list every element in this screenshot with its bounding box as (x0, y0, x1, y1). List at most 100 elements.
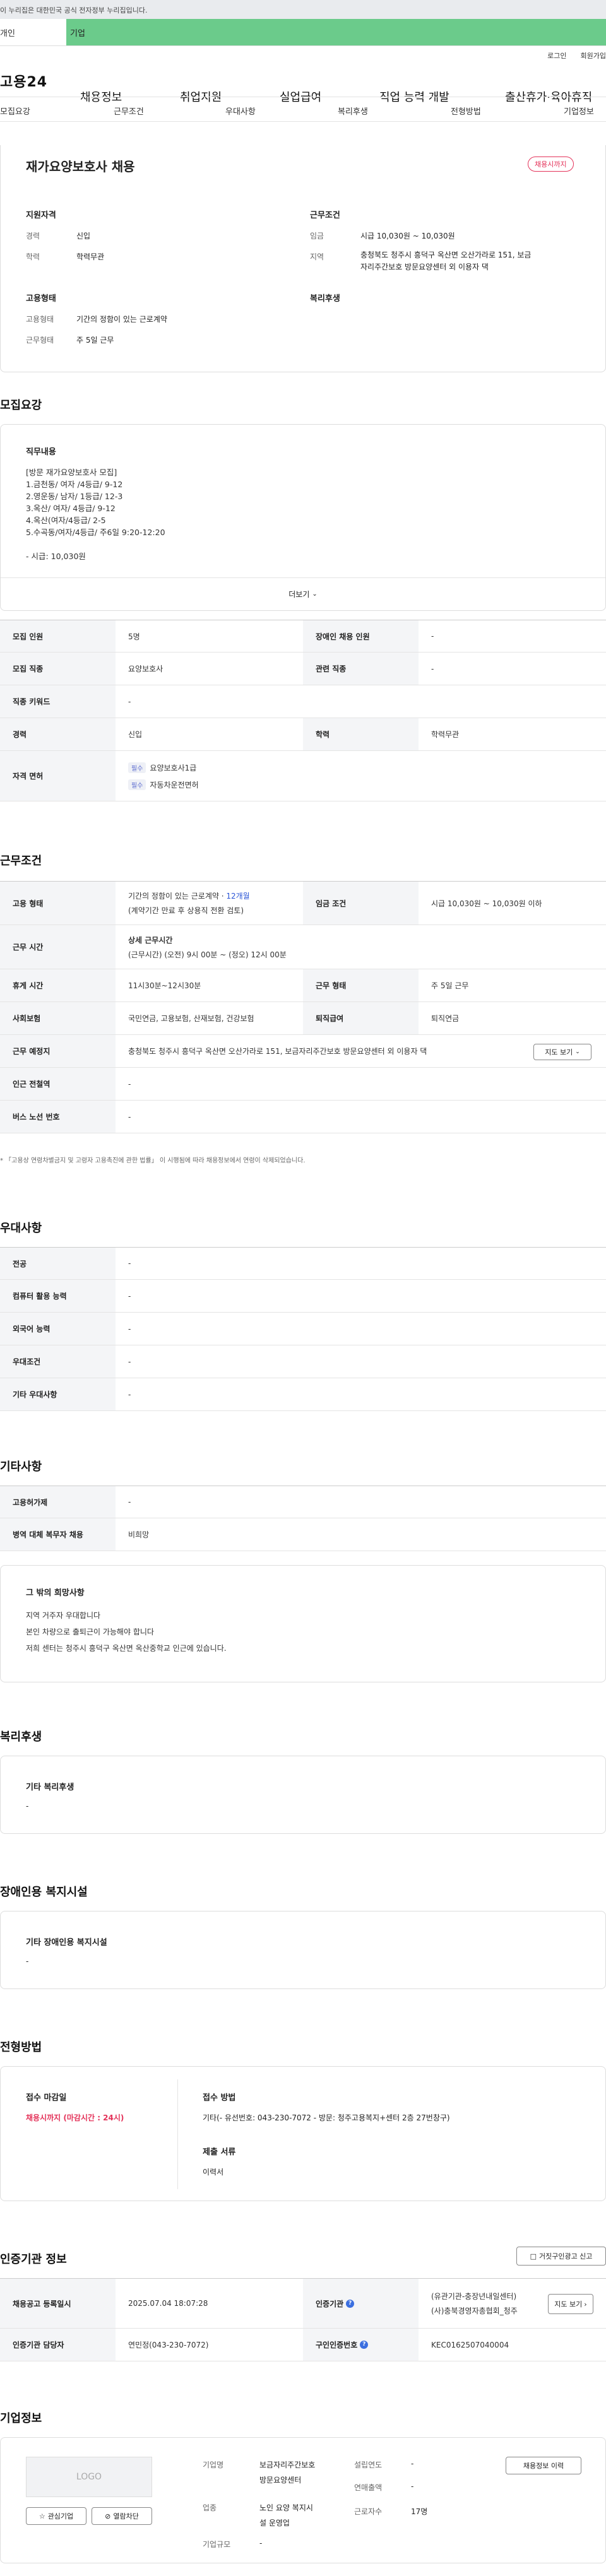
etc-label: 고용허가제 (0, 1486, 116, 1518)
employees-label: 근로자수 (354, 2507, 383, 2516)
disabled-card: 기타 장애인용 복지시설 - (0, 1911, 606, 1989)
related-job-value: - (431, 664, 434, 673)
login-link[interactable]: 로그인 (547, 50, 566, 61)
job-type-value: 요양보호사 (128, 665, 163, 673)
disabled-item-value: - (26, 1957, 29, 1966)
agency-row: 인증기관 담당자 연민정(043-230-7072) 구인인증번호? KEC01… (0, 2329, 606, 2361)
form-label: 근무 형태 (303, 969, 419, 1001)
agency-map-button[interactable]: 지도 보기 › (548, 2294, 593, 2314)
wish-line: 본인 차량으로 출퇴근이 가능해야 합니다 (26, 1628, 154, 1636)
employees-value: 17명 (411, 2507, 428, 2516)
subnav-company[interactable]: 기업정보 (564, 105, 594, 117)
pref-row: 기타 우대사항 - (0, 1378, 606, 1411)
duty-line (26, 538, 165, 550)
pref-row: 우대조건 - (0, 1345, 606, 1378)
wish-title: 그 밖의 희망사항 (26, 1588, 85, 1598)
subnav-preference[interactable]: 우대사항 (225, 105, 256, 117)
work-time-label: 근무 시간 (0, 925, 116, 969)
retirement-label: 퇴직급여 (303, 1002, 419, 1034)
edu-row-value: 학력무관 (431, 730, 460, 739)
work-form-value: 주 5일 근무 (76, 336, 114, 345)
subnav-conditions[interactable]: 근무조건 (114, 105, 144, 117)
recruit-section-title: 모집요강 (0, 399, 42, 412)
history-button[interactable]: 채용정보 이력 (506, 2457, 581, 2474)
map-button[interactable]: 지도 보기 ⌄ (533, 1044, 591, 1060)
staff-label: 인증기관 담당자 (0, 2329, 116, 2361)
duty-line: - 시급: 10,030원 (26, 552, 86, 561)
etc-row: 병역 대체 복무자 채용 비희망 (0, 1518, 606, 1551)
pref-value: - (128, 1259, 131, 1268)
wage-label: 임금 (310, 232, 324, 240)
preference-section-title: 우대사항 (0, 1222, 42, 1235)
company-name-line1: 보금자리주간보호 (259, 2461, 316, 2469)
block-button-label: 열람차단 (113, 2512, 139, 2520)
tab-corporate[interactable]: 기업 (66, 19, 606, 45)
screening-section-title: 전형방법 (0, 2041, 42, 2054)
subnav-recruit[interactable]: 모집요강 (0, 105, 30, 117)
insurance-label: 사회보험 (0, 1002, 116, 1034)
pref-value: - (128, 1291, 131, 1301)
pref-value: - (128, 1324, 131, 1333)
edu-row-label: 학력 (303, 718, 419, 750)
wage-cond-value: 시급 10,030원 ~ 10,030원 이하 (431, 899, 542, 908)
company-card: LOGO ☆ 관심기업 ⊘ 열람차단 기업명 보금자리주간보호 방문요양센터 설립연… (0, 2437, 606, 2563)
pref-row: 컴퓨터 활용 능력 - (0, 1280, 606, 1313)
license-item: 요양보호사1급 (150, 763, 197, 772)
pref-row: 전공 - (0, 1247, 606, 1280)
industry-line1: 노인 요양 복지시 (259, 2503, 313, 2512)
notice-value: KEC0162507040004 (431, 2340, 509, 2349)
license-row: 자격 면허 필수 요양보호사1급 필수 자동차운전면허 (0, 751, 606, 801)
agency-label-cell: 인증기관? (303, 2279, 419, 2328)
cond-row: 고용 형태 기간의 정함이 있는 근로계약 · 12개월 (계약기간 만료 후 … (0, 881, 606, 925)
status-badge: 채용시까지 (528, 157, 574, 172)
subnav-screening[interactable]: 전형방법 (451, 105, 481, 117)
related-job-label: 관련 직종 (303, 653, 419, 685)
subway-label: 인근 전철역 (0, 1068, 116, 1100)
welfare-section-title: 복리후생 (0, 1730, 42, 1744)
more-button[interactable]: 더보기 ⌄ (1, 577, 605, 610)
gov-banner-text: 이 누리집은 대한민국 공식 전자정부 누리집입니다. (0, 6, 148, 15)
report-button[interactable]: □ 거짓구인광고 신고 (516, 2247, 606, 2266)
notice-label: 구인인증번호 (316, 2341, 358, 2349)
duty-title: 직무내용 (26, 447, 56, 457)
career-row-label: 경력 (0, 718, 116, 750)
company-name-line2: 방문요양센터 (259, 2476, 302, 2484)
company-logo: LOGO (26, 2457, 152, 2497)
emp-period: 12개월 (226, 892, 250, 901)
welfare-item-title: 기타 복리후생 (26, 1783, 74, 1792)
agency-section-title: 인증기관 정보 (0, 2253, 67, 2266)
recruit-count-value: 5명 (128, 632, 140, 641)
deadline-value: 채용시까지 (마감시간 : 24시) (26, 2113, 124, 2122)
pref-value: - (128, 1390, 131, 1399)
info-icon[interactable]: ? (360, 2341, 369, 2349)
emp-form-label: 고용 형태 (0, 882, 116, 925)
tab-individual-label: 개인 (0, 28, 15, 38)
disabled-count-label: 장애인 채용 인원 (303, 620, 419, 652)
place-label: 근무 예정지 (0, 1035, 116, 1067)
job-summary-card: 재가요양보호사 채용 채용시까지 지원자격 경력 신입 학력 학력무관 근무조건… (0, 145, 606, 372)
etc-value: 비희망 (128, 1530, 150, 1539)
cond-row: 버스 노선 번호 - (0, 1101, 606, 1133)
etc-section-title: 기타사항 (0, 1460, 42, 1474)
tab-corporate-label: 기업 (70, 28, 85, 38)
site-logo[interactable]: 고용24 (0, 71, 69, 91)
subnav-welfare[interactable]: 복리후생 (338, 105, 368, 117)
work-title: 근무조건 (310, 211, 340, 220)
pref-label: 전공 (0, 1248, 116, 1279)
staff-value: 연민정(043-230-7072) (128, 2341, 209, 2349)
wish-content: 지역 거주자 우대합니다 본인 차량으로 출퇴근이 가능해야 합니다 저희 센터… (26, 1607, 227, 1657)
tab-individual[interactable]: 개인 (0, 19, 66, 45)
signup-link[interactable]: 회원가입 (581, 50, 606, 61)
info-icon[interactable]: ? (346, 2299, 355, 2308)
star-icon: ☆ (39, 2512, 45, 2520)
favorite-button[interactable]: ☆ 관심기업 (26, 2507, 86, 2525)
job-title: 재가요양보호사 채용 (26, 159, 135, 174)
conditions-section-title: 근무조건 (0, 854, 42, 868)
cond-row: 근무 예정지 충청북도 청주시 흥덕구 옥산면 오산가라로 151, 보금자리주… (0, 1035, 606, 1068)
docs-value: 이력서 (203, 2168, 224, 2177)
pref-label: 우대조건 (0, 1345, 116, 1378)
break-value: 11시30분~12시30분 (128, 981, 201, 990)
block-button[interactable]: ⊘ 열람차단 (92, 2507, 152, 2525)
required-pill: 필수 (128, 762, 146, 773)
favorite-button-label: 관심기업 (47, 2512, 74, 2520)
